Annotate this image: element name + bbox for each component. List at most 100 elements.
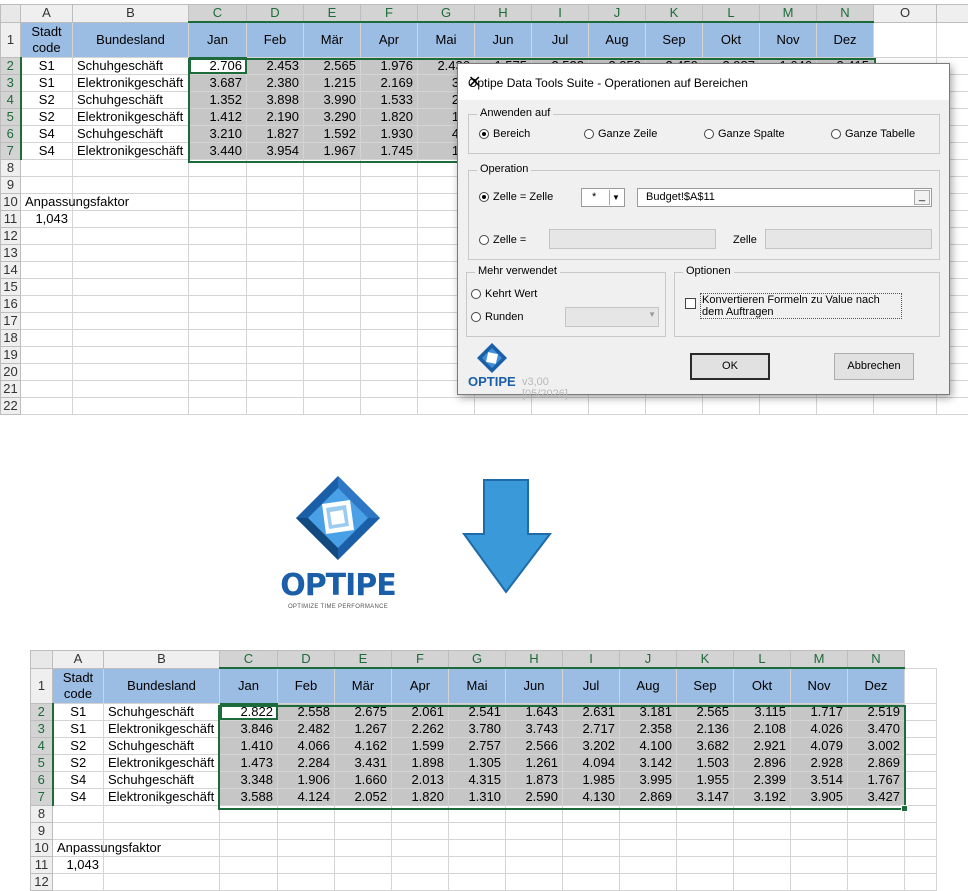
top-cell[interactable] [360, 379, 418, 398]
bottom-cell[interactable] [904, 821, 937, 840]
bottom-row-header[interactable]: 11 [30, 855, 53, 874]
radio-ganze-spalte[interactable]: Ganze Spalte [704, 128, 785, 140]
top-col-header-A[interactable]: A [20, 4, 73, 23]
top-header-month[interactable]: Jun [474, 21, 532, 58]
bottom-cell-value[interactable]: 4.100 [619, 736, 677, 755]
bottom-cell[interactable] [277, 855, 335, 874]
top-cell[interactable] [360, 396, 418, 415]
top-cell[interactable] [246, 158, 304, 177]
top-cell[interactable] [246, 243, 304, 262]
top-cell[interactable] [246, 379, 304, 398]
top-cell[interactable] [303, 175, 361, 194]
bottom-cell-value[interactable]: 2.108 [733, 719, 791, 738]
top-cell-code[interactable]: S2 [20, 90, 73, 109]
top-cell-value[interactable]: 1.967 [303, 141, 361, 160]
bottom-header-month[interactable]: Aug [619, 667, 677, 704]
bottom-cell[interactable] [562, 838, 620, 857]
top-row-header[interactable]: 18 [0, 328, 21, 347]
bottom-cell[interactable] [733, 855, 791, 874]
top-cell-state[interactable]: Elektronikgeschäft [72, 141, 189, 160]
top-cell[interactable] [303, 277, 361, 296]
top-cell[interactable] [303, 311, 361, 330]
bottom-cell[interactable] [391, 804, 449, 823]
top-row-header[interactable]: 3 [0, 73, 22, 92]
top-row-header[interactable]: 7 [0, 141, 22, 160]
top-cell-value[interactable]: 2.453 [246, 56, 304, 75]
bottom-cell[interactable] [904, 838, 937, 857]
top-row-header[interactable]: 15 [0, 277, 21, 296]
bottom-header-month[interactable]: Sep [676, 667, 734, 704]
bottom-cell[interactable] [103, 855, 220, 874]
bottom-col-header-E[interactable]: E [334, 650, 392, 669]
bottom-cell-value[interactable]: 2.928 [790, 753, 848, 772]
bottom-cell[interactable] [562, 821, 620, 840]
bottom-cell[interactable] [52, 872, 104, 891]
bottom-cell-value[interactable]: 2.921 [733, 736, 791, 755]
top-cell[interactable] [360, 175, 418, 194]
bottom-row-header[interactable]: 10 [30, 838, 53, 857]
bottom-col-header-K[interactable]: K [676, 650, 734, 669]
bottom-cell[interactable] [733, 872, 791, 891]
top-cell[interactable] [20, 311, 73, 330]
top-cell[interactable] [303, 243, 361, 262]
top-cell[interactable] [303, 362, 361, 381]
top-header-month[interactable]: Nov [759, 21, 817, 58]
top-cell[interactable] [72, 311, 189, 330]
bottom-cell[interactable] [334, 855, 392, 874]
bottom-cell-state[interactable]: Elektronikgeschäft [103, 753, 220, 772]
bottom-cell-value[interactable]: 3.115 [733, 702, 791, 721]
bottom-col-header-A[interactable]: A [52, 650, 104, 669]
bottom-cell-value[interactable]: 2.675 [334, 702, 392, 721]
bottom-cell[interactable] [562, 855, 620, 874]
bottom-header-month[interactable]: Mär [334, 667, 392, 704]
top-cell[interactable] [20, 277, 73, 296]
bottom-cell[interactable] [619, 855, 677, 874]
bottom-cell-value[interactable]: 4.130 [562, 787, 620, 806]
top-cell[interactable] [303, 294, 361, 313]
radio-cell-eq[interactable]: Zelle = [479, 234, 526, 246]
top-header-month[interactable]: Jul [531, 21, 589, 58]
bottom-cell-value[interactable]: 2.869 [847, 753, 905, 772]
top-cell[interactable] [360, 209, 418, 228]
top-row-header[interactable]: 22 [0, 396, 21, 415]
top-cell[interactable] [20, 328, 73, 347]
bottom-cell[interactable] [391, 821, 449, 840]
bottom-cell[interactable] [904, 787, 937, 806]
radio-invert[interactable]: Kehrt Wert [471, 288, 537, 300]
top-factor-label[interactable]: Anpassungsfaktor [20, 192, 129, 211]
top-header-month[interactable]: Jan [188, 21, 247, 58]
bottom-cell[interactable] [790, 804, 848, 823]
bottom-cell-value[interactable]: 2.262 [391, 719, 449, 738]
top-cell[interactable] [936, 21, 968, 58]
bottom-cell[interactable] [733, 821, 791, 840]
top-cell[interactable] [20, 362, 73, 381]
bottom-cell-value[interactable]: 2.013 [391, 770, 449, 789]
top-cell[interactable] [303, 260, 361, 279]
top-header-month[interactable]: Dez [816, 21, 874, 58]
top-cell[interactable] [188, 243, 247, 262]
bottom-row-header[interactable]: 2 [30, 702, 54, 721]
top-cell[interactable] [303, 209, 361, 228]
bottom-cell-value[interactable]: 3.743 [505, 719, 563, 738]
bottom-cell-value[interactable]: 3.192 [733, 787, 791, 806]
top-cell[interactable] [72, 260, 189, 279]
bottom-cell[interactable] [676, 855, 734, 874]
top-cell[interactable] [20, 260, 73, 279]
cell-input[interactable] [765, 229, 932, 249]
top-col-header-K[interactable]: K [645, 4, 703, 23]
top-cell[interactable] [246, 294, 304, 313]
top-cell[interactable] [20, 243, 73, 262]
top-cell-value[interactable]: 2.706 [188, 56, 247, 75]
top-cell-value[interactable]: 3.210 [188, 124, 247, 143]
bottom-cell[interactable] [391, 855, 449, 874]
bottom-row-header[interactable]: 1 [30, 667, 53, 704]
top-factor-value[interactable]: 1,043 [20, 209, 73, 228]
top-header-month[interactable]: Apr [360, 21, 418, 58]
bottom-cell-value[interactable]: 2.757 [448, 736, 506, 755]
bottom-cell-value[interactable]: 2.565 [676, 702, 734, 721]
top-row-header[interactable]: 16 [0, 294, 21, 313]
bottom-cell[interactable] [619, 804, 677, 823]
radio-bereich[interactable]: Bereich [479, 128, 530, 140]
bottom-cell-value[interactable]: 2.590 [505, 787, 563, 806]
bottom-cell-value[interactable]: 1.898 [391, 753, 449, 772]
